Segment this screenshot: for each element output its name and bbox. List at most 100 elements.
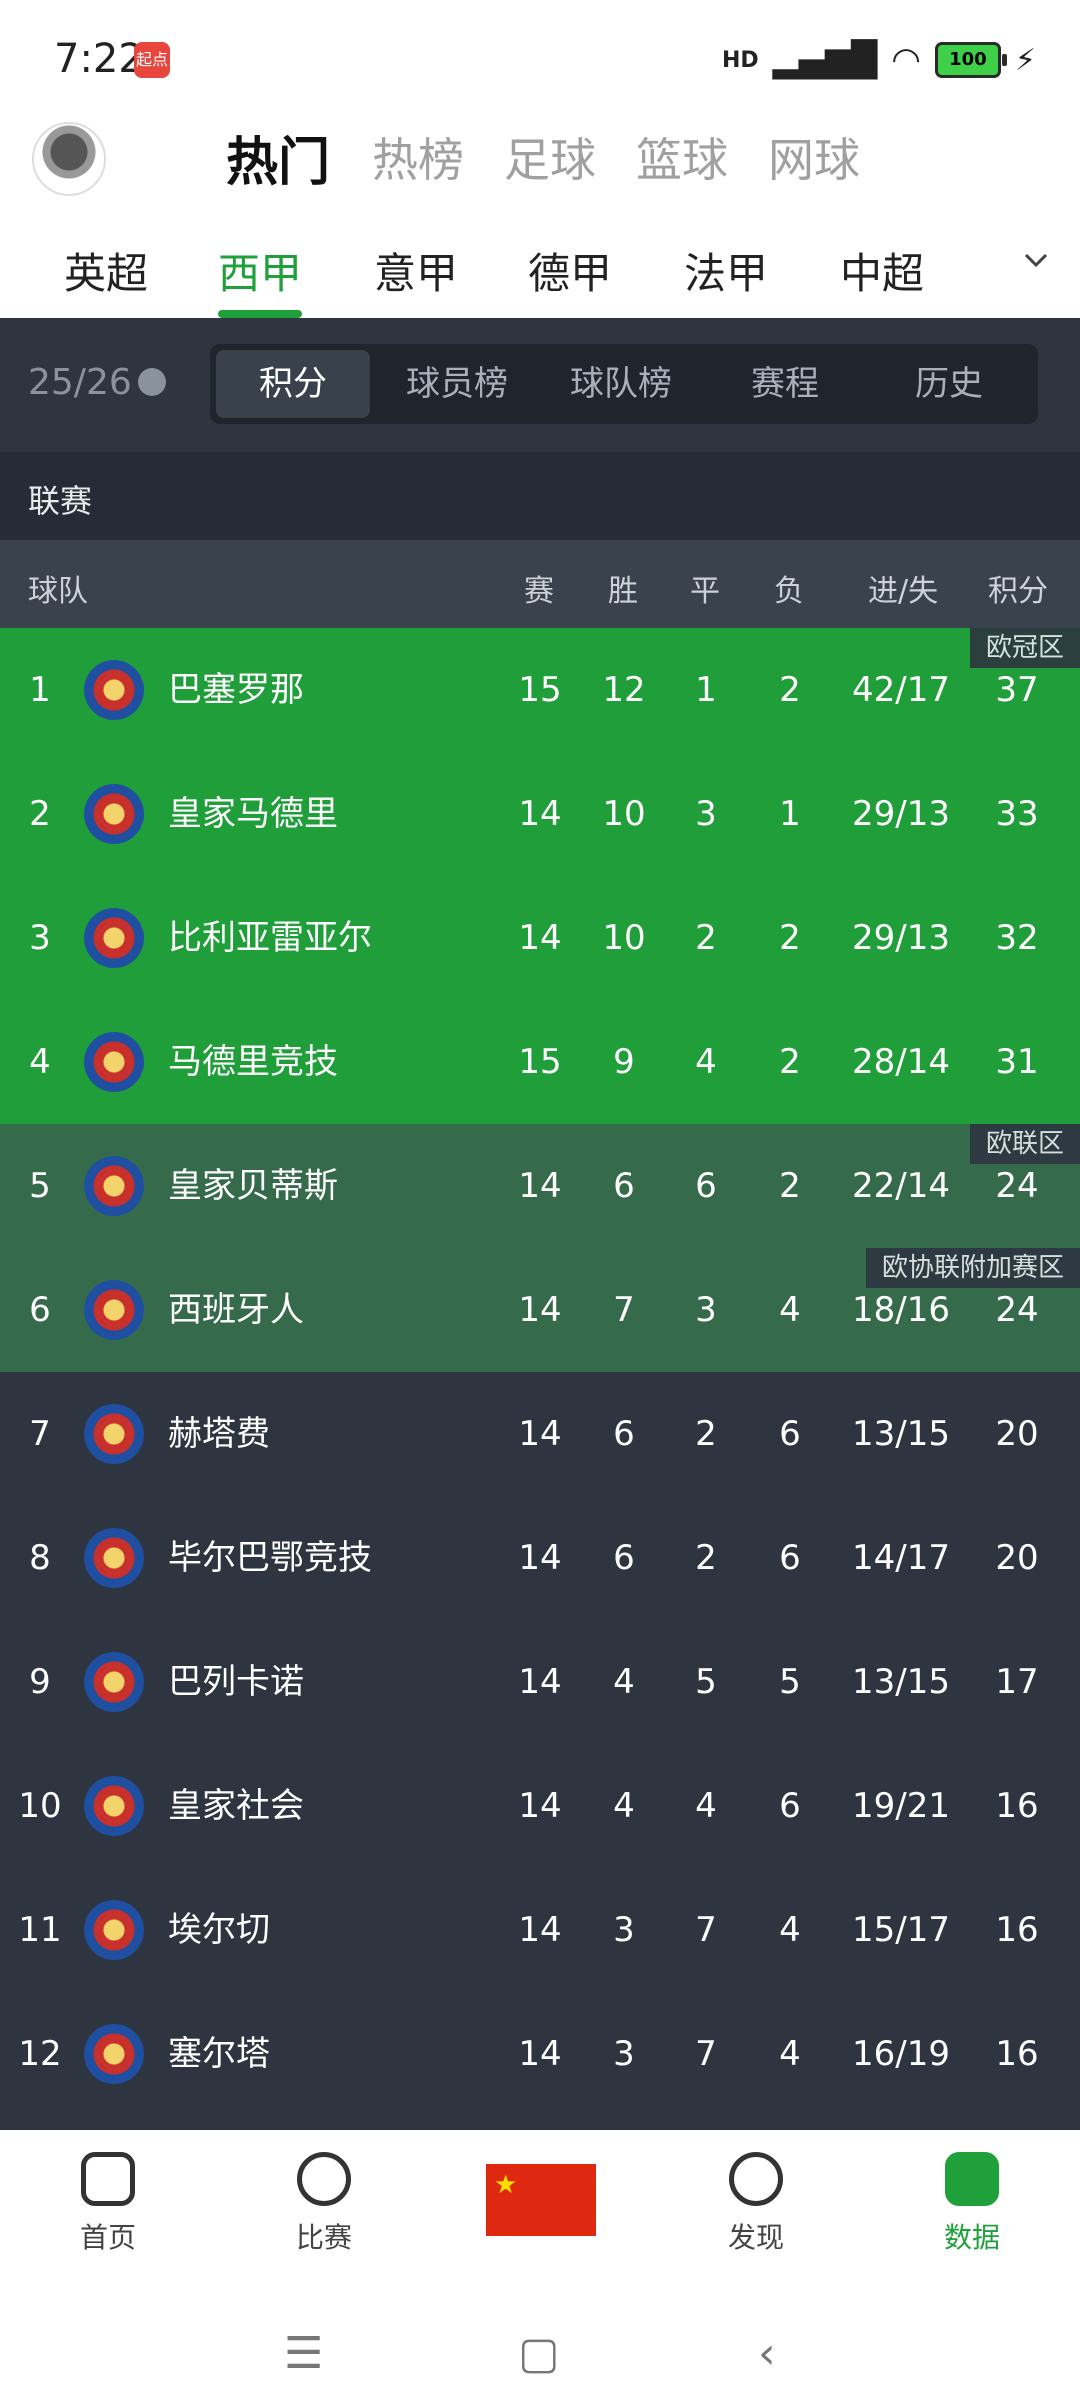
wifi-icon: ◠ [891, 40, 921, 80]
cell-draw: 5 [695, 1662, 717, 1702]
cell-goals: 22/14 [852, 1166, 950, 1206]
cell-goals: 13/15 [852, 1662, 950, 1702]
cell-goals: 29/13 [852, 918, 950, 958]
cell-lost: 1 [779, 794, 801, 834]
league-tab-bundesliga[interactable]: 德甲 [528, 240, 612, 301]
league-tab-csl[interactable]: 中超 [840, 240, 924, 301]
cell-draw: 1 [695, 670, 717, 710]
nav-matches[interactable]: 比赛 [244, 2152, 404, 2256]
col-team: 球队 [28, 574, 88, 609]
cell-points: 20 [995, 1414, 1039, 1454]
cell-won: 6 [613, 1414, 635, 1454]
cell-won: 9 [613, 1042, 635, 1082]
rank: 7 [29, 1414, 51, 1454]
team-logo-icon [84, 1528, 144, 1588]
league-tab-laliga[interactable]: 西甲 [218, 240, 302, 301]
col-points: 积分 [988, 574, 1048, 609]
cell-played: 14 [518, 1290, 562, 1330]
filter-row: 25/26 积分 球员榜 球队榜 赛程 历史 [0, 318, 1080, 452]
table-row[interactable]: 1 巴塞罗那 15 12 1 2 42/17 37 欧冠区 [0, 628, 1080, 752]
cell-won: 10 [602, 918, 646, 958]
segment-player-rank[interactable]: 球员榜 [380, 344, 534, 424]
cell-draw: 2 [695, 1538, 717, 1578]
back-icon[interactable]: ‹ [758, 2328, 776, 2379]
tab-trending[interactable]: 热榜 [372, 124, 464, 190]
cell-points: 16 [995, 1786, 1039, 1826]
nav-data-label: 数据 [943, 2221, 1000, 2254]
zone-label-uel: 欧联区 [969, 1124, 1080, 1164]
league-tab-ligue1[interactable]: 法甲 [684, 240, 768, 301]
col-draw: 平 [690, 574, 720, 609]
team-logo-icon [84, 1900, 144, 1960]
table-row[interactable]: 8 毕尔巴鄂竞技 14 6 2 6 14/17 20 [0, 1496, 1080, 1620]
cell-goals: 28/14 [852, 1042, 950, 1082]
segment-team-rank[interactable]: 球队榜 [544, 344, 698, 424]
tab-football[interactable]: 足球 [504, 124, 596, 190]
menu-icon[interactable]: ☰ [284, 2328, 323, 2379]
segment-control: 积分 球员榜 球队榜 赛程 历史 [210, 344, 1038, 424]
cell-goals: 29/13 [852, 794, 950, 834]
cell-played: 14 [518, 1662, 562, 1702]
cell-goals: 42/17 [852, 670, 950, 710]
team-logo-icon [84, 1032, 144, 1092]
team-logo-icon [84, 784, 144, 844]
team-logo-icon [84, 908, 144, 968]
table-row[interactable]: 12 塞尔塔 14 3 7 4 16/19 16 [0, 1992, 1080, 2116]
top-nav: 热门 热榜 足球 篮球 网球 [0, 110, 1080, 220]
nav-discover[interactable]: 发现 [676, 2152, 836, 2256]
segment-history[interactable]: 历史 [872, 344, 1026, 424]
tab-basketball[interactable]: 篮球 [636, 124, 728, 190]
cell-draw: 7 [695, 1910, 717, 1950]
zone-label-ucl: 欧冠区 [969, 628, 1080, 668]
table-row[interactable]: 7 赫塔费 14 6 2 6 13/15 20 [0, 1372, 1080, 1496]
table-row[interactable]: 11 埃尔切 14 3 7 4 15/17 16 [0, 1868, 1080, 1992]
cell-lost: 4 [779, 2034, 801, 2074]
col-played: 赛 [524, 574, 554, 609]
league-tabs: 英超 西甲 意甲 德甲 法甲 中超 [0, 220, 1080, 318]
home-button-icon[interactable]: ▢ [518, 2328, 560, 2379]
league-tab-seriea[interactable]: 意甲 [374, 240, 458, 301]
league-tab-epl[interactable]: 英超 [64, 240, 148, 301]
signal-icon: ▂▄▆█ [772, 40, 878, 80]
table-row[interactable]: 5 皇家贝蒂斯 14 6 6 2 22/14 24 欧联区 [0, 1124, 1080, 1248]
team-logo-icon [84, 1156, 144, 1216]
system-nav: ☰ ▢ ‹ [0, 2300, 1080, 2400]
rank: 9 [29, 1662, 51, 1702]
nav-data[interactable]: 数据 [892, 2152, 1052, 2256]
team-name: 巴塞罗那 [168, 670, 304, 710]
tab-hot[interactable]: 热门 [226, 120, 330, 195]
app-badge: 起点 [134, 42, 170, 78]
cell-played: 15 [518, 670, 562, 710]
charging-icon: ⚡ [1014, 42, 1036, 78]
cell-lost: 2 [779, 918, 801, 958]
table-row[interactable]: 9 巴列卡诺 14 4 5 5 13/15 17 [0, 1620, 1080, 1744]
rank: 12 [18, 2034, 62, 2074]
team-name: 西班牙人 [168, 1290, 304, 1330]
cell-played: 14 [518, 1910, 562, 1950]
cell-played: 14 [518, 794, 562, 834]
section-header: 联赛 [0, 452, 1080, 540]
nav-home[interactable]: 首页 [28, 2152, 188, 2256]
tab-tennis[interactable]: 网球 [768, 124, 860, 190]
china-flag-icon[interactable]: ★ [486, 2164, 596, 2236]
cell-goals: 13/15 [852, 1414, 950, 1454]
table-row[interactable]: 4 马德里竞技 15 9 4 2 28/14 31 [0, 1000, 1080, 1124]
table-row[interactable]: 2 皇家马德里 14 10 3 1 29/13 33 [0, 752, 1080, 876]
cell-won: 12 [602, 670, 646, 710]
table-row[interactable]: 6 西班牙人 14 7 3 4 18/16 24 欧协联附加赛区 [0, 1248, 1080, 1372]
team-name: 皇家社会 [168, 1786, 304, 1826]
avatar[interactable] [32, 122, 106, 196]
clock: 7:22 [54, 36, 144, 82]
chevron-down-icon[interactable] [138, 368, 166, 396]
chevron-down-icon[interactable] [1022, 246, 1050, 274]
segment-schedule[interactable]: 赛程 [708, 344, 862, 424]
cell-draw: 2 [695, 1414, 717, 1454]
table-row[interactable]: 10 皇家社会 14 4 4 6 19/21 16 [0, 1744, 1080, 1868]
active-tab-indicator [218, 310, 302, 318]
table-header: 球队 赛 胜 平 负 进/失 积分 [0, 540, 1080, 628]
segment-standings[interactable]: 积分 [216, 350, 370, 418]
cell-lost: 4 [779, 1910, 801, 1950]
table-row[interactable]: 3 比利亚雷亚尔 14 10 2 2 29/13 32 [0, 876, 1080, 1000]
network-type: HD [721, 47, 759, 73]
season-selector[interactable]: 25/26 [28, 362, 132, 403]
